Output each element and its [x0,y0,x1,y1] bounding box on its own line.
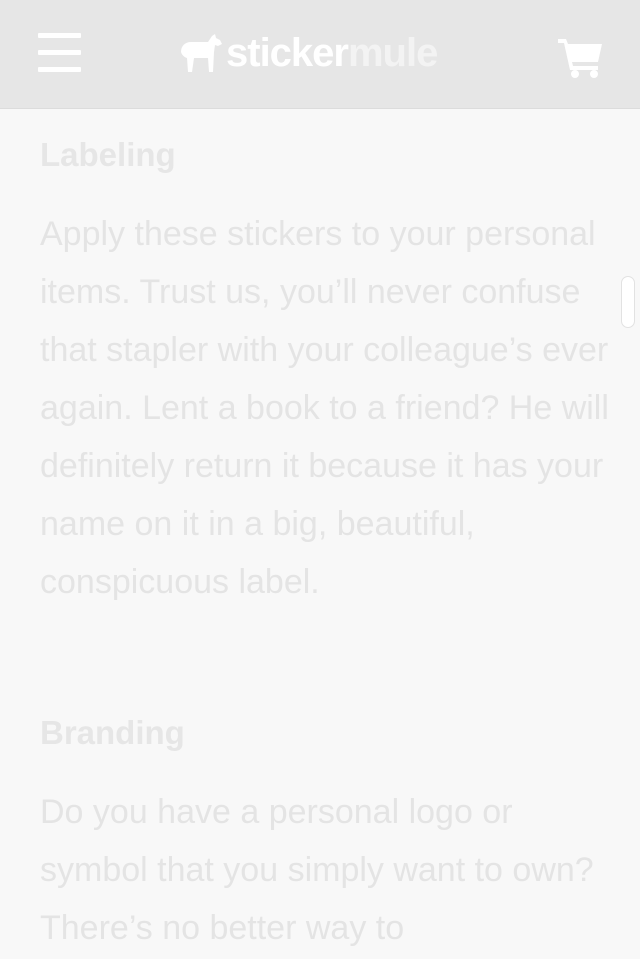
section-body-branding: Do you have a personal logo or symbol th… [40,793,594,947]
menu-button[interactable] [38,33,82,73]
mule-logo-icon [181,34,222,72]
shopping-cart-icon [558,39,602,78]
logo-word-mule: mule [347,30,438,75]
stickermule-logo[interactable]: sticker mule [178,28,438,78]
cart-button[interactable] [556,36,604,78]
section-heading-branding: Branding [40,714,185,751]
logo-word-sticker: sticker [226,30,349,75]
section-heading-labeling: Labeling [40,136,176,173]
top-header-bar: sticker mule [0,0,640,109]
scrollbar-thumb[interactable] [621,276,635,328]
section-body-labeling: Apply these stickers to your personal it… [40,215,609,601]
